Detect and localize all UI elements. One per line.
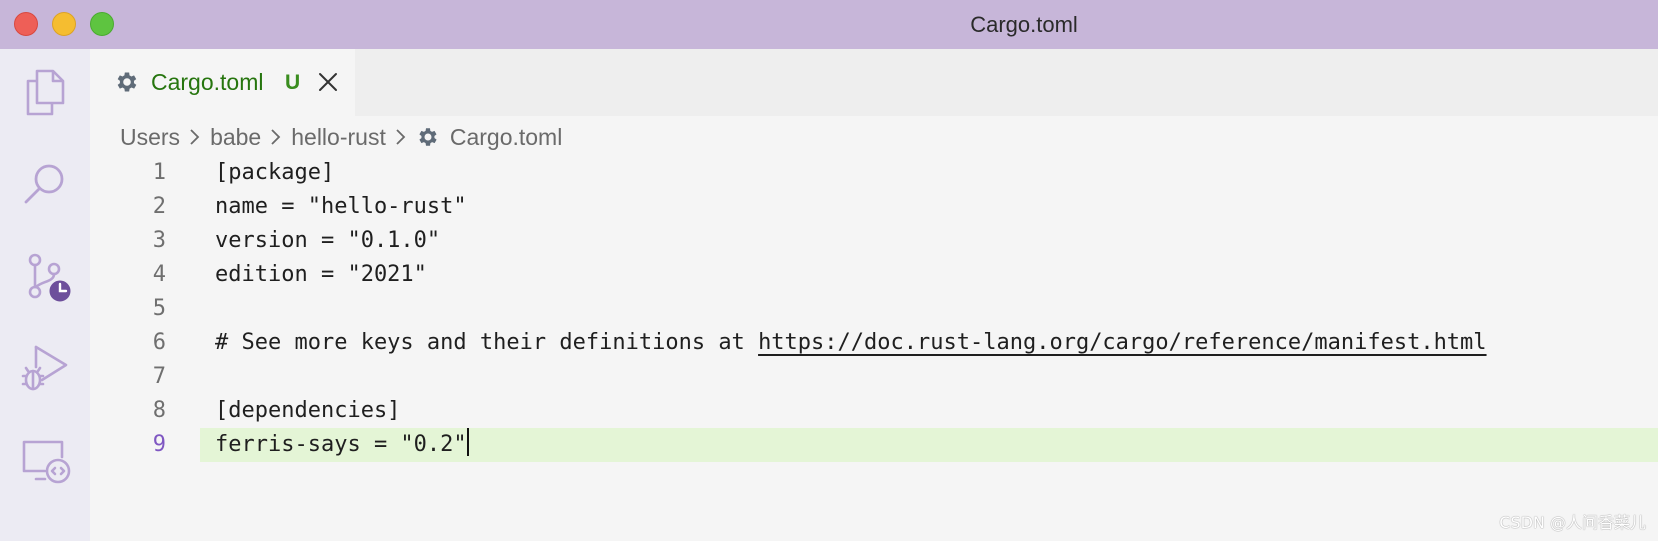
chevron-right-icon: [190, 129, 200, 145]
breadcrumb: Users babe hello-rust Cargo.toml: [120, 120, 562, 154]
line-number: 5: [152, 296, 166, 321]
code-editor[interactable]: 1 [package] 2 name = "hello-rust" 3 vers…: [90, 156, 1658, 462]
search-icon[interactable]: [18, 157, 72, 211]
comment-text: # See more keys and their definitions at: [215, 330, 759, 355]
line-number: 9: [152, 432, 166, 457]
code-line-3[interactable]: 3 version = "0.1.0": [90, 224, 1658, 258]
code-line-2[interactable]: 2 name = "hello-rust": [90, 190, 1658, 224]
line-number: 6: [152, 330, 166, 355]
line-number: 8: [152, 398, 166, 423]
run-debug-icon[interactable]: [18, 341, 72, 395]
gear-icon: [419, 128, 437, 146]
activity-bar: [0, 49, 90, 541]
line-text: ferris-says = "0.2": [215, 428, 469, 462]
editor-area: Cargo.toml U Users babe hello-rust Cargo…: [90, 49, 1658, 541]
line-text: edition = "2021": [215, 262, 427, 287]
tab-cargo-toml[interactable]: Cargo.toml U: [90, 49, 355, 116]
breadcrumb-item-users[interactable]: Users: [120, 124, 180, 151]
code-line-5[interactable]: 5: [90, 292, 1658, 326]
title-bar: Cargo.toml: [0, 0, 1658, 49]
line-number: 1: [152, 160, 166, 185]
clock-icon: [46, 277, 72, 303]
line-text-content: ferris-says = "0.2": [215, 432, 467, 457]
code-line-4[interactable]: 4 edition = "2021": [90, 258, 1658, 292]
code-line-8[interactable]: 8 [dependencies]: [90, 394, 1658, 428]
line-number: 2: [152, 194, 166, 219]
line-text: [package]: [215, 160, 335, 185]
line-text: # See more keys and their definitions at…: [215, 326, 1487, 360]
code-line-9-current[interactable]: 9 ferris-says = "0.2": [90, 428, 1658, 462]
tab-label: Cargo.toml: [151, 69, 264, 95]
line-text: name = "hello-rust": [215, 194, 467, 219]
code-line-1[interactable]: 1 [package]: [90, 156, 1658, 190]
line-number: 3: [152, 228, 166, 253]
breadcrumb-item-hello-rust[interactable]: hello-rust: [291, 124, 386, 151]
files-icon[interactable]: [18, 66, 72, 120]
text-cursor: [466, 428, 469, 456]
untracked-status-badge: U: [285, 71, 301, 94]
breadcrumb-item-cargo-toml[interactable]: Cargo.toml: [450, 124, 562, 151]
window-title: Cargo.toml: [970, 12, 1078, 37]
source-control-icon[interactable]: [18, 249, 72, 303]
chevron-right-icon: [396, 129, 406, 145]
gear-icon: [117, 72, 137, 92]
breadcrumb-item-babe[interactable]: babe: [210, 124, 261, 151]
code-line-6[interactable]: 6 # See more keys and their definitions …: [90, 326, 1658, 360]
line-text: [dependencies]: [215, 398, 401, 423]
close-icon[interactable]: [316, 70, 340, 94]
line-text: version = "0.1.0": [215, 228, 441, 253]
tab-bar: Cargo.toml U: [90, 49, 1658, 116]
line-number: 4: [152, 262, 166, 287]
editor-window: Cargo.toml Cargo.toml U Users babe hello…: [0, 0, 1658, 541]
manifest-link[interactable]: https://doc.rust-lang.org/cargo/referenc…: [758, 330, 1486, 355]
watermark: CSDN @人间香菜儿: [1499, 513, 1646, 532]
chevron-right-icon: [271, 129, 281, 145]
code-line-7[interactable]: 7: [90, 360, 1658, 394]
line-number: 7: [152, 364, 166, 389]
remote-explorer-icon[interactable]: [18, 433, 72, 487]
